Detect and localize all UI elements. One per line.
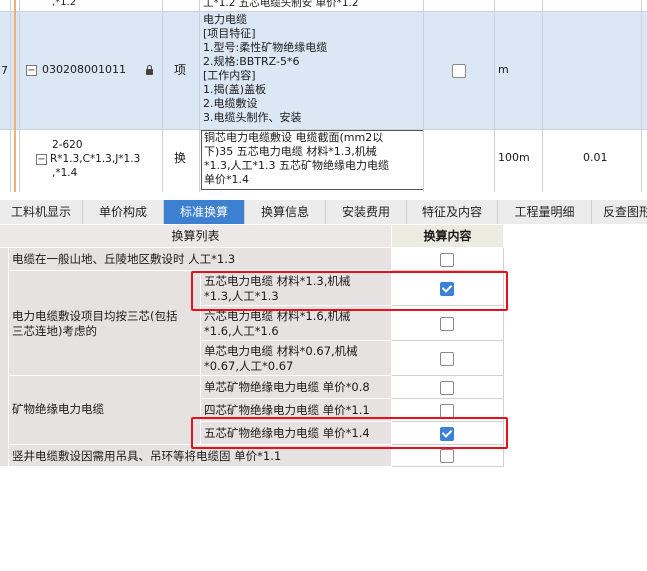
header-conversion-content: 换算内容	[392, 225, 504, 248]
desc-line: 单价*1.4	[204, 173, 249, 186]
tab-conversion-info[interactable]: 换算信息	[245, 200, 326, 224]
column-divider	[10, 0, 11, 192]
group-label-line: 电力电缆敷设项目均按三芯(包括	[12, 309, 178, 323]
conversion-row-check-cell[interactable]	[392, 376, 504, 399]
line-item-grid: ,*1.2 工*1.2 五芯电缆头制安 单价*1.2 7 − 030208001…	[0, 0, 647, 192]
item-description: 工*1.2 五芯电缆头制安 单价*1.2	[203, 0, 359, 9]
desc-line: 1.揭(盖)盖板	[203, 83, 267, 96]
column-divider	[199, 0, 200, 192]
group-label-line: 矿物绝缘电力电缆	[12, 402, 104, 416]
header-conversion-list: 换算列表	[0, 225, 392, 248]
item-label-line: *1.6,人工*1.6	[204, 324, 279, 338]
column-divider	[19, 0, 20, 192]
collapse-toggle-icon[interactable]: −	[26, 65, 37, 76]
conversion-row-check-cell[interactable]	[392, 306, 504, 341]
conversion-item-label: 单芯电力电缆 材料*0.67,机械 *0.67,人工*0.67	[201, 341, 392, 376]
tab-resource-display[interactable]: 工料机显示	[0, 200, 83, 224]
desc-line: 2.电缆敷设	[203, 97, 258, 110]
collapse-toggle-icon[interactable]: −	[36, 154, 47, 165]
item-quantity: 0.01	[583, 151, 608, 164]
sub-item-code-line: R*1.3,C*1.3,J*1.3	[50, 153, 141, 165]
conversion-checkbox[interactable]	[440, 404, 454, 418]
desc-line: [项目特征]	[203, 27, 256, 40]
conversion-row-label: 电缆在一般山地、丘陵地区敷设时 人工*1.3	[9, 248, 392, 271]
item-unit: m	[498, 63, 509, 76]
highlight-box	[191, 417, 508, 449]
table-row-selected[interactable]: 7 − 030208001011 项 电力电缆 [项目特征] 1.型号:柔性矿物…	[0, 12, 647, 130]
tab-reverse-lookup[interactable]: 反查图形	[592, 200, 647, 224]
conversion-group-label: 电力电缆敷设项目均按三芯(包括 三芯连地)考虑的	[9, 271, 201, 376]
conversion-row-check-cell[interactable]	[392, 248, 504, 271]
desc-line: 电力电缆	[203, 13, 247, 26]
conversion-item-label: 六芯电力电缆 材料*1.6,机械 *1.6,人工*1.6	[201, 306, 392, 341]
item-description: 电力电缆 [项目特征] 1.型号:柔性矿物绝缘电缆 2.规格:BBTRZ-5*6…	[203, 13, 327, 125]
column-divider	[542, 0, 543, 192]
conversion-checkbox[interactable]	[440, 317, 454, 331]
desc-line: *1.3,人工*1.3 五芯矿物绝缘电力电缆	[204, 159, 389, 172]
row-index: 7	[1, 64, 8, 77]
item-label-line: 单芯电力电缆 材料*0.67,机械	[204, 344, 358, 358]
item-unit: 100m	[498, 151, 530, 164]
bottom-tab-bar: 工料机显示 单价构成 标准换算 换算信息 安装费用 特征及内容 工程量明细 反查…	[0, 200, 647, 224]
sub-item-code-line: 2-620	[52, 139, 83, 151]
desc-line: 3.电缆头制作、安装	[203, 111, 302, 124]
lock-icon	[146, 65, 153, 75]
row-marker-column	[0, 248, 9, 467]
tab-features-content[interactable]: 特征及内容	[407, 200, 498, 224]
group-label-line: 三芯连地)考虑的	[12, 324, 97, 338]
tab-unit-price[interactable]: 单价构成	[83, 200, 164, 224]
item-type: 项	[174, 63, 187, 77]
item-type: 换	[174, 151, 187, 165]
tab-installation-fee[interactable]: 安装费用	[326, 200, 407, 224]
column-divider	[162, 0, 163, 192]
item-code-tail: ,*1.2	[52, 0, 77, 8]
column-divider	[14, 0, 16, 192]
conversion-group-label: 矿物绝缘电力电缆	[9, 376, 201, 445]
conversion-item-label: 单芯矿物绝缘电力电缆 单价*0.8	[201, 376, 392, 399]
desc-line: [工作内容]	[203, 69, 256, 82]
conversion-checkbox[interactable]	[440, 253, 454, 267]
table-row[interactable]: ,*1.2 工*1.2 五芯电缆头制安 单价*1.2	[0, 0, 647, 12]
conversion-checkbox[interactable]	[440, 352, 454, 366]
tab-quantity-detail[interactable]: 工程量明细	[498, 200, 592, 224]
desc-line: 2.规格:BBTRZ-5*6	[203, 55, 300, 68]
conversion-row-check-cell[interactable]	[392, 341, 504, 376]
column-divider	[494, 0, 495, 192]
conversion-checkbox[interactable]	[440, 381, 454, 395]
column-divider	[641, 0, 642, 192]
desc-line: 铜芯电力电缆敷设 电缆截面(mm2以	[204, 131, 384, 144]
item-label-line: 六芯电力电缆 材料*1.6,机械	[204, 309, 351, 323]
table-row[interactable]: 2-620 − R*1.3,C*1.3,J*1.3 ,*1.4 换 铜芯电力电缆…	[0, 130, 647, 192]
highlight-box	[191, 271, 508, 311]
desc-line: 1.型号:柔性矿物绝缘电缆	[203, 41, 328, 54]
column-divider	[423, 0, 424, 192]
item-label-line: *0.67,人工*0.67	[204, 359, 294, 373]
conversion-checkbox[interactable]	[440, 449, 454, 463]
sub-item-code-line: ,*1.4	[52, 167, 78, 179]
desc-line: 下)35 五芯电力电缆 材料*1.3,机械	[204, 145, 377, 158]
item-code: 030208001011	[42, 63, 126, 76]
item-description-editor[interactable]: 铜芯电力电缆敷设 电缆截面(mm2以 下)35 五芯电力电缆 材料*1.3,机械…	[201, 130, 424, 190]
tab-standard-conversion[interactable]: 标准换算	[164, 200, 245, 224]
item-checkbox[interactable]	[452, 64, 466, 78]
